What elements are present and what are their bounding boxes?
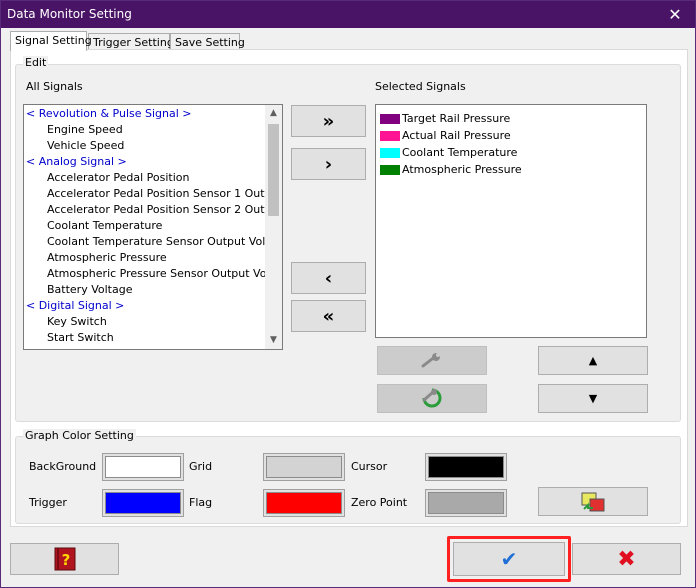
chevron-right-icon: › (324, 153, 333, 175)
selected-signal-label: Target Rail Pressure (402, 112, 511, 125)
title-bar: Data Monitor Setting ✕ (1, 1, 695, 28)
signal-item[interactable]: Coolant Temperature Sensor Output Voltag… (24, 234, 265, 250)
ok-button[interactable]: ✔ (453, 542, 565, 576)
signal-setting-panel: Edit All Signals Selected Signals < Revo… (10, 49, 688, 527)
edit-group-legend: Edit (23, 56, 49, 69)
selected-signal-item[interactable]: Target Rail Pressure (376, 110, 646, 127)
flag-color-swatch (266, 492, 342, 514)
background-color-button[interactable] (102, 453, 184, 481)
selected-signal-item[interactable]: Coolant Temperature (376, 144, 646, 161)
svg-text:?: ? (61, 551, 70, 569)
add-all-button[interactable]: » (291, 105, 366, 137)
trigger-color-swatch (105, 492, 181, 514)
signal-item[interactable]: Vehicle Speed (24, 138, 265, 154)
add-button[interactable]: › (291, 148, 366, 180)
cursor-color-swatch (428, 456, 504, 478)
wrench-icon (421, 352, 440, 367)
all-signals-scrollbar[interactable]: ▲ ▼ (265, 105, 282, 349)
signal-color-swatch (380, 164, 400, 175)
selected-signals-items: Target Rail Pressure Actual Rail Pressure… (376, 110, 646, 178)
signal-color-swatch (380, 113, 400, 124)
signal-item[interactable]: Start Switch (24, 330, 265, 346)
signal-color-swatch (380, 147, 400, 158)
selected-signal-label: Coolant Temperature (402, 146, 518, 159)
double-chevron-right-icon: » (322, 110, 335, 132)
signal-item[interactable]: Atmospheric Pressure (24, 250, 265, 266)
flag-color-label: Flag (189, 496, 213, 509)
signal-item[interactable]: Accelerator Pedal Position (24, 170, 265, 186)
reset-signal-button[interactable] (377, 384, 487, 413)
window-title: Data Monitor Setting (7, 7, 132, 21)
selected-signal-label: Atmospheric Pressure (402, 163, 522, 176)
signal-item[interactable]: Battery Voltage (24, 282, 265, 298)
chevron-left-icon: ‹ (324, 267, 333, 289)
help-button[interactable]: ? (10, 543, 119, 575)
remove-button[interactable]: ‹ (291, 262, 366, 294)
trigger-color-button[interactable] (102, 489, 184, 517)
flag-color-button[interactable] (263, 489, 345, 517)
selected-signal-item[interactable]: Actual Rail Pressure (376, 127, 646, 144)
selected-signals-listbox[interactable]: Target Rail Pressure Actual Rail Pressure… (375, 104, 647, 338)
signal-item[interactable]: Coolant Temperature (24, 218, 265, 234)
default-colors-button[interactable] (538, 487, 648, 516)
selected-signal-item[interactable]: Atmospheric Pressure (376, 161, 646, 178)
wrench-reset-icon (422, 388, 442, 407)
trigger-color-label: Trigger (29, 496, 67, 509)
data-monitor-setting-window: Data Monitor Setting ✕ Signal Setting Tr… (0, 0, 696, 588)
close-icon[interactable]: ✕ (655, 1, 695, 28)
signal-item[interactable]: Key Switch (24, 314, 265, 330)
signal-group-header[interactable]: < Digital Signal > (24, 298, 265, 314)
all-signals-listbox[interactable]: < Revolution & Pulse Signal > Engine Spee… (23, 104, 283, 350)
grid-color-label: Grid (189, 460, 213, 473)
cursor-color-label: Cursor (351, 460, 388, 473)
all-signals-label: All Signals (26, 80, 83, 93)
zero-point-color-button[interactable] (425, 489, 507, 517)
color-reset-icon (581, 492, 605, 511)
cross-icon: ✖ (617, 546, 636, 572)
grid-color-swatch (266, 456, 342, 478)
selected-signal-label: Actual Rail Pressure (402, 129, 511, 142)
signal-color-swatch (380, 130, 400, 141)
help-book-icon: ? (54, 547, 75, 571)
grid-color-button[interactable] (263, 453, 345, 481)
signal-item[interactable]: Accelerator Pedal Position Sensor 1 Outp… (24, 186, 265, 202)
triangle-down-icon: ▼ (588, 392, 598, 405)
edit-signal-button[interactable] (377, 346, 487, 375)
signal-group-header[interactable]: < Revolution & Pulse Signal > (24, 106, 265, 122)
move-up-button[interactable]: ▲ (538, 346, 648, 375)
background-color-swatch (105, 456, 181, 478)
cancel-button[interactable]: ✖ (572, 543, 681, 575)
graph-color-legend: Graph Color Setting (23, 429, 136, 442)
zero-point-color-swatch (428, 492, 504, 514)
checkmark-icon: ✔ (500, 547, 518, 571)
zero-point-color-label: Zero Point (351, 496, 408, 509)
tab-save-setting[interactable]: Save Setting (170, 33, 245, 50)
signal-item[interactable]: Accelerator Pedal Position Sensor 2 Outp… (24, 202, 265, 218)
scroll-thumb[interactable] (268, 124, 279, 216)
selected-signals-label: Selected Signals (375, 80, 466, 93)
background-color-label: BackGround (29, 460, 97, 473)
double-chevron-left-icon: « (322, 305, 335, 327)
remove-all-button[interactable]: « (291, 300, 366, 332)
triangle-up-icon: ▲ (588, 354, 598, 367)
signal-item[interactable]: Engine Speed (24, 122, 265, 138)
move-down-button[interactable]: ▼ (538, 384, 648, 413)
tab-signal-setting[interactable]: Signal Setting (10, 31, 92, 51)
scroll-up-icon[interactable]: ▲ (265, 105, 282, 122)
scroll-down-icon[interactable]: ▼ (265, 332, 282, 349)
tab-trigger-setting[interactable]: Trigger Setting (88, 33, 174, 50)
signal-group-header[interactable]: < Analog Signal > (24, 154, 265, 170)
all-signals-items: < Revolution & Pulse Signal > Engine Spee… (24, 106, 265, 346)
cursor-color-button[interactable] (425, 453, 507, 481)
signal-item[interactable]: Atmospheric Pressure Sensor Output Volta… (24, 266, 265, 282)
